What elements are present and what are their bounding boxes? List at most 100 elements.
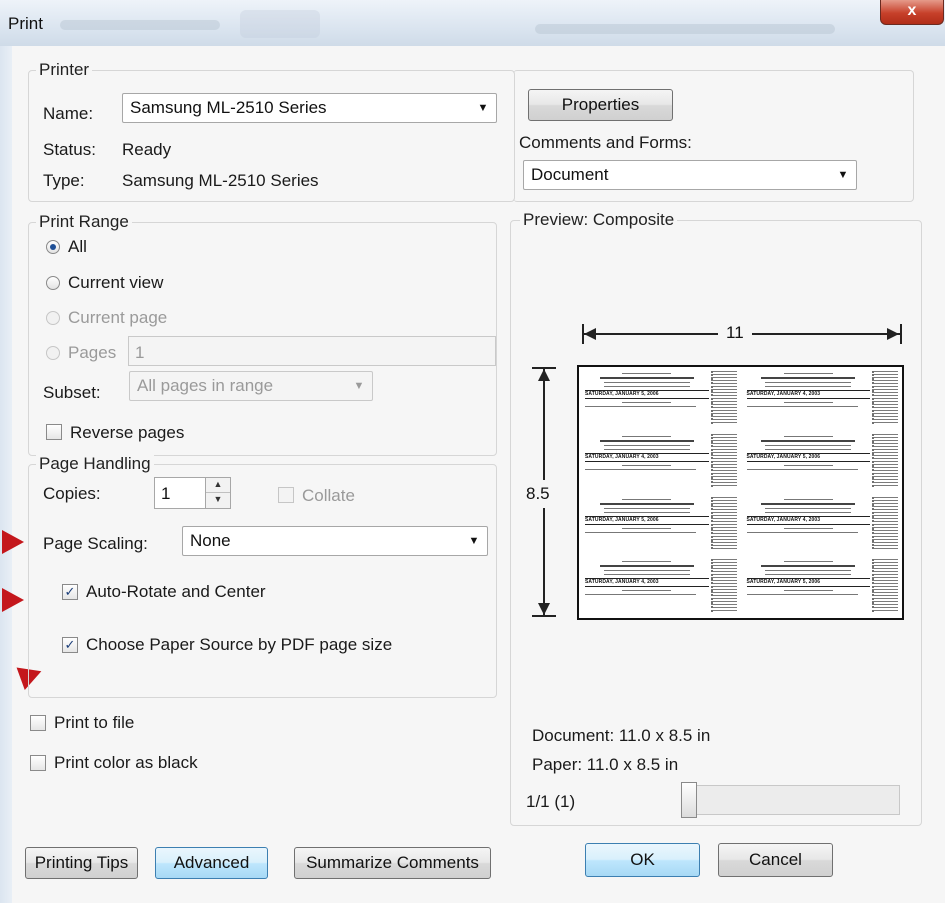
- properties-button[interactable]: Properties: [528, 89, 673, 121]
- ticket-date-text: SATURDAY, JANUARY 5, 2006: [585, 515, 709, 525]
- arrow-right-icon: [887, 328, 899, 340]
- ticket-stub: [872, 433, 898, 487]
- window-frame: [0, 46, 12, 903]
- page-scaling-select[interactable]: None ▼: [182, 526, 488, 556]
- chevron-down-icon[interactable]: ▼: [206, 493, 230, 508]
- printing-tips-button[interactable]: Printing Tips: [25, 847, 138, 879]
- document-size-text: Document: 11.0 x 8.5 in: [532, 726, 711, 745]
- ticket-date-text: SATURDAY, JANUARY 5, 2006: [746, 578, 870, 588]
- paper-source-label[interactable]: Choose Paper Source by PDF page size: [86, 635, 392, 655]
- ticket-date-text: SATURDAY, JANUARY 4, 2003: [746, 515, 870, 525]
- checkmark-icon: ✓: [64, 637, 76, 652]
- paper-size-text: Paper: 11.0 x 8.5 in: [532, 755, 679, 774]
- collate-label: Collate: [302, 486, 355, 505]
- ticket-stub: [872, 496, 898, 550]
- ticket-thumbnail: SATURDAY, JANUARY 4, 2003: [579, 555, 741, 618]
- radio-current-page: [46, 311, 60, 325]
- chevron-down-icon: ▼: [477, 102, 489, 114]
- page-slider[interactable]: [681, 785, 900, 815]
- summarize-comments-button[interactable]: Summarize Comments: [294, 847, 491, 879]
- ticket-date-text: SATURDAY, JANUARY 4, 2003: [746, 390, 870, 399]
- height-dimension-label: 8.5: [526, 480, 550, 508]
- printer-status-value: Ready: [122, 140, 172, 159]
- close-button[interactable]: x: [880, 0, 944, 25]
- collate-checkbox: [278, 487, 294, 503]
- chevron-up-icon[interactable]: ▲: [206, 478, 230, 493]
- printer-type-value: Samsung ML-2510 Series: [122, 171, 319, 190]
- print-color-black-checkbox[interactable]: [30, 755, 46, 771]
- comments-forms-select[interactable]: Document ▼: [523, 160, 857, 190]
- arrow-down-icon: [538, 603, 550, 615]
- radio-current-view-label[interactable]: Current view: [68, 273, 163, 293]
- auto-rotate-checkbox[interactable]: ✓: [62, 584, 78, 600]
- ticket-date-text: SATURDAY, JANUARY 5, 2006: [585, 390, 709, 399]
- ticket-thumbnail: SATURDAY, JANUARY 4, 2003: [579, 430, 741, 493]
- auto-rotate-label[interactable]: Auto-Rotate and Center: [86, 582, 266, 602]
- ticket-thumbnail: SATURDAY, JANUARY 4, 2003: [741, 367, 903, 430]
- height-dimension-tick-bottom: [532, 615, 556, 617]
- subset-label: Subset:: [43, 383, 101, 402]
- printer-name-value: Samsung ML-2510 Series: [130, 98, 327, 117]
- ticket-stub: [710, 371, 737, 424]
- chevron-down-icon: ▼: [353, 380, 365, 392]
- preview-page: SATURDAY, JANUARY 5, 2006 SATURDAY, JANUA…: [577, 365, 904, 620]
- window-title: Print: [8, 14, 43, 33]
- printer-name-label: Name:: [43, 104, 94, 123]
- arrow-up-icon: [538, 369, 550, 381]
- printer-type-label: Type:: [43, 171, 85, 190]
- radio-all-label[interactable]: All: [68, 237, 87, 257]
- ticket-thumbnail: SATURDAY, JANUARY 5, 2006: [741, 430, 903, 493]
- annotation-arrow-icon: [2, 588, 24, 612]
- reverse-pages-checkbox[interactable]: [46, 424, 62, 440]
- advanced-button[interactable]: Advanced: [155, 847, 268, 879]
- reverse-pages-label[interactable]: Reverse pages: [70, 423, 184, 443]
- title-bar-glass-decoration: [240, 10, 320, 38]
- print-range-legend: Print Range: [36, 212, 132, 232]
- print-color-black-label[interactable]: Print color as black: [54, 753, 198, 773]
- ticket-date-text: SATURDAY, JANUARY 5, 2006: [746, 452, 870, 462]
- close-icon: x: [907, 2, 917, 19]
- checkmark-icon: ✓: [64, 584, 76, 599]
- ticket-stub: [872, 559, 898, 612]
- print-to-file-checkbox[interactable]: [30, 715, 46, 731]
- radio-current-page-label: Current page: [68, 308, 168, 327]
- pages-input: 1: [128, 336, 496, 366]
- arrow-left-icon: [584, 328, 596, 340]
- page-scaling-value: None: [190, 531, 231, 550]
- ticket-thumbnail: SATURDAY, JANUARY 5, 2006: [741, 555, 903, 618]
- ok-button[interactable]: OK: [585, 843, 700, 877]
- annotation-arrow-icon: [2, 530, 24, 554]
- page-scaling-label: Page Scaling:: [43, 534, 148, 553]
- preview-legend: Preview: Composite: [520, 210, 678, 230]
- ticket-thumbnail: SATURDAY, JANUARY 4, 2003: [741, 493, 903, 556]
- page-handling-legend: Page Handling: [36, 454, 154, 474]
- printer-status-label: Status:: [43, 140, 96, 159]
- paper-source-checkbox[interactable]: ✓: [62, 637, 78, 653]
- radio-all[interactable]: [46, 240, 60, 254]
- ticket-date-text: SATURDAY, JANUARY 4, 2003: [585, 578, 709, 588]
- ticket-stub: [872, 371, 898, 424]
- ticket-thumbnail: SATURDAY, JANUARY 5, 2006: [579, 493, 741, 556]
- radio-pages: [46, 346, 60, 360]
- subset-select: All pages in range ▼: [129, 371, 373, 401]
- cancel-button[interactable]: Cancel: [718, 843, 833, 877]
- printer-name-select[interactable]: Samsung ML-2510 Series ▼: [122, 93, 497, 123]
- radio-current-view[interactable]: [46, 276, 60, 290]
- chevron-down-icon: ▼: [468, 535, 480, 547]
- title-bar-glass-decoration: [535, 24, 835, 34]
- width-dimension-tick-right: [900, 324, 902, 344]
- width-dimension-label: 11: [718, 323, 752, 343]
- comments-forms-label: Comments and Forms:: [519, 133, 692, 152]
- copies-stepper[interactable]: ▲ ▼: [205, 477, 231, 509]
- page-counter-text: 1/1 (1): [526, 792, 576, 811]
- ticket-stub: [710, 496, 737, 550]
- comments-forms-value: Document: [531, 165, 609, 184]
- ticket-date-text: SATURDAY, JANUARY 4, 2003: [585, 452, 709, 462]
- copies-input[interactable]: 1: [154, 477, 206, 509]
- print-to-file-label[interactable]: Print to file: [54, 713, 134, 733]
- page-slider-handle[interactable]: [681, 782, 697, 818]
- copies-label: Copies:: [43, 484, 101, 503]
- chevron-down-icon: ▼: [837, 169, 849, 181]
- title-bar-glass-decoration: [60, 20, 220, 30]
- subset-value: All pages in range: [137, 376, 274, 395]
